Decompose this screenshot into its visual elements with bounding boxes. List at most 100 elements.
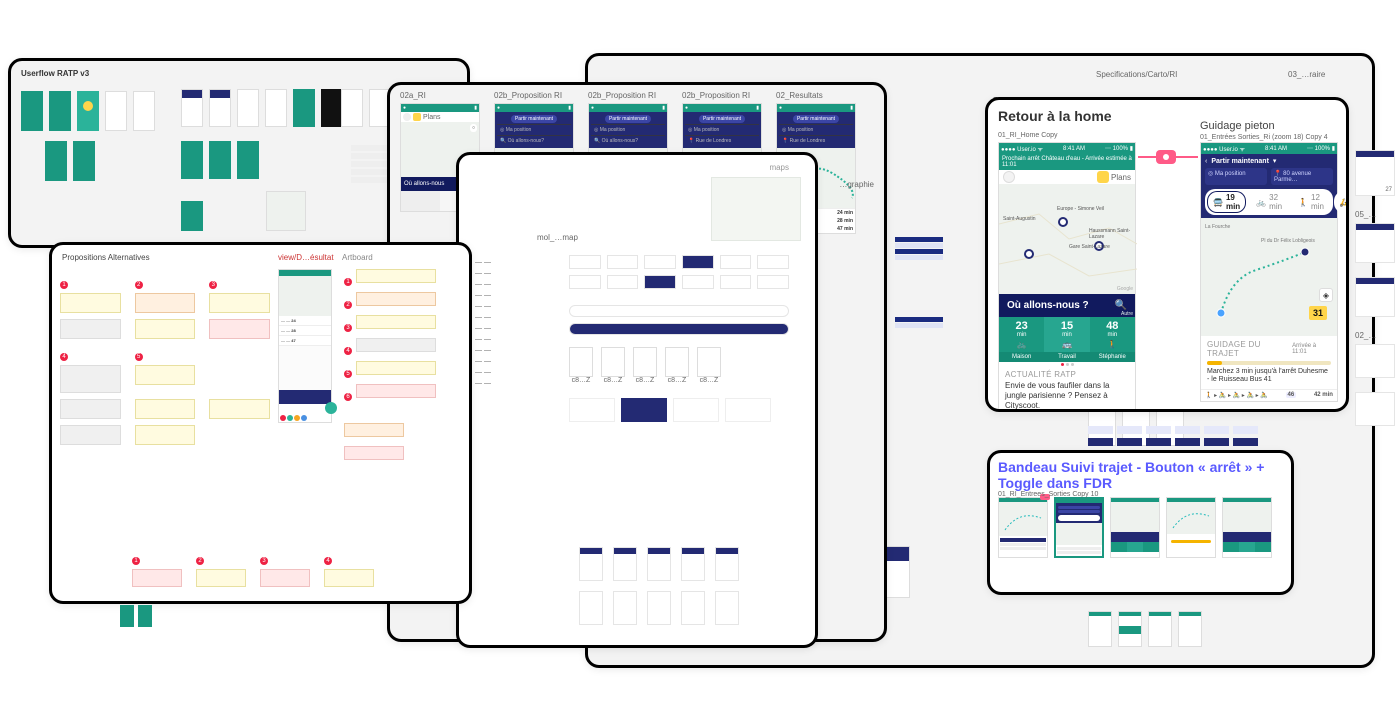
fav-row: 23 min 🚲 15 min 🚌 Autre 48 min 🚶 (999, 317, 1135, 352)
ab-label-b: 02b_Proposition RI (494, 91, 562, 100)
from-row[interactable]: ◎ Ma position (591, 124, 665, 135)
actu-header: ACTUALITÉ RATP (1005, 370, 1129, 379)
right-artboard-label: 01_Entrées Sorties_Ri (zoom 18) Copy 4 (1200, 134, 1328, 141)
sticky-note[interactable] (135, 425, 196, 445)
prop-title: Propositions Alternatives (62, 253, 150, 262)
plans-icon (413, 113, 421, 121)
depart-pill[interactable]: Partir maintenant (605, 115, 651, 123)
to-row[interactable]: 🔍 Où allons-nous? (591, 135, 665, 146)
plans-icon[interactable] (1097, 171, 1109, 183)
sticky-note[interactable] (260, 569, 310, 587)
avatar-icon (403, 113, 411, 121)
sticky-note[interactable] (356, 292, 436, 306)
molmap-label: mol_…map (537, 233, 578, 242)
poi-label: Gare Saint-Lazare (1069, 244, 1110, 250)
sticky-note[interactable] (132, 569, 182, 587)
to-field[interactable]: 📍 80 avenue Parme… (1271, 168, 1333, 185)
to-row[interactable]: 🔍 Où allons-nous? (497, 135, 571, 146)
time-chip[interactable]: 🛵 (1334, 191, 1349, 213)
map-area[interactable]: Europe - Simone Veil Gare Saint-Lazare S… (999, 184, 1135, 294)
phone-guidage[interactable]: ●●●● User.io ᯤ 8:41 AM ⋯ 100% ▮ ‹ Partir… (1200, 142, 1338, 402)
sticky-note[interactable] (356, 361, 436, 375)
fav-tile[interactable]: Autre 48 min 🚶 (1090, 317, 1135, 352)
to-row[interactable]: 📍 Rue de Londres (779, 135, 853, 146)
time-chip[interactable]: 🚶 12 min (1292, 191, 1330, 213)
sticky-note[interactable] (356, 384, 436, 398)
time-chip[interactable]: 🚍 19 min (1207, 191, 1246, 213)
chevron-down-icon[interactable]: ▾ (1273, 157, 1277, 165)
depart-label[interactable]: Partir maintenant (1211, 158, 1269, 165)
result-time-2: 28 min (837, 218, 853, 224)
specs-row0: 03_…raire (1288, 70, 1325, 79)
sticky-note[interactable] (356, 315, 436, 329)
from-field[interactable]: ◎ Ma position (1205, 168, 1267, 185)
status-time: 8:41 AM (1063, 146, 1085, 152)
flow-connector-icon (1156, 150, 1176, 164)
poi-label: La Fourche (1205, 224, 1230, 230)
time-chip[interactable]: 🚲 32 min (1250, 191, 1288, 213)
battery-label: 100% (1113, 146, 1128, 152)
guidage-trajet: GUIDAGE DU TRAJET (1207, 340, 1292, 358)
sticky-note[interactable] (60, 425, 121, 445)
from-row[interactable]: ◎ Ma position (497, 124, 571, 135)
back-icon[interactable]: ‹ (1205, 158, 1207, 165)
sticky-note[interactable] (324, 569, 374, 587)
sticky-note[interactable] (135, 399, 196, 419)
sticky-note[interactable] (60, 319, 121, 339)
plans-label: Plans (1111, 173, 1131, 182)
fav-tile[interactable]: 15 min 🚌 (1044, 317, 1089, 352)
phone-thumb[interactable] (1054, 497, 1104, 558)
search-banner[interactable]: Où allons-nous ? 🔍 (999, 294, 1135, 317)
sticky-note[interactable] (60, 365, 121, 393)
overflow-panels: 27 05_… 02_… (1355, 150, 1395, 440)
sticky-note[interactable] (135, 365, 196, 385)
map-tile (711, 177, 801, 241)
depart-pill[interactable]: Partir maintenant (511, 115, 557, 123)
frame-propositions: Propositions Alternatives view/D…ésultat… (49, 242, 472, 604)
specs-title: Specifications/Carto/RI (1096, 70, 1177, 79)
phone-thumb[interactable] (1166, 497, 1216, 558)
from-row[interactable]: ◎ Ma position (779, 124, 853, 135)
phone-result[interactable]: — — 24 — — 28 — — 47 (278, 269, 332, 423)
sticky-note[interactable] (60, 399, 121, 419)
retour-title: Retour à la home (998, 108, 1112, 124)
phone-thumb[interactable] (1222, 497, 1272, 558)
to-row[interactable]: 📍 Rue de Londres (685, 135, 759, 146)
sticky-note[interactable] (196, 569, 246, 587)
depart-pill[interactable]: Partir maintenant (793, 115, 839, 123)
from-row[interactable]: ◎ Ma position (685, 124, 759, 135)
chip[interactable]: ○ (470, 124, 477, 132)
sticky-note[interactable] (209, 399, 270, 419)
map-area[interactable]: La Fourche Pl du Dr Félix Lobligeois ◈ 3… (1201, 218, 1337, 336)
sticky-note[interactable] (60, 293, 121, 313)
step-dot: 2 (135, 281, 143, 289)
depart-pill[interactable]: Partir maintenant (699, 115, 745, 123)
sticky-note[interactable] (209, 293, 270, 313)
fav-name: Travail (1044, 352, 1089, 362)
sticky-note[interactable] (356, 338, 436, 352)
carrier-label: User.io (1017, 147, 1036, 153)
bucket-label: c8…Z (665, 377, 689, 384)
loose-screens (120, 605, 152, 627)
maps-title: maps (769, 163, 789, 172)
avatar-icon[interactable] (1003, 171, 1015, 183)
sticky-note[interactable] (344, 423, 404, 437)
phone-thumb[interactable] (1110, 497, 1160, 558)
guidage-title: Guidage pieton (1200, 120, 1275, 132)
step-dot: 5 (135, 353, 143, 361)
sticky-note[interactable] (356, 269, 436, 283)
frame-bandeau: Bandeau Suivi trajet - Bouton « arrêt » … (987, 450, 1294, 595)
fav-tile[interactable]: 23 min 🚲 (999, 317, 1044, 352)
fav-name: Maison (999, 352, 1044, 362)
sticky-note[interactable] (135, 293, 196, 313)
locate-icon[interactable]: ◈ (1319, 288, 1333, 302)
phone-thumb[interactable] (998, 497, 1048, 558)
plans-label: Plans (423, 114, 441, 121)
sticky-note[interactable] (135, 319, 196, 339)
phone-home[interactable]: ●●●● User.io ᯤ 8:41 AM ⋯ 100% ▮ Prochain… (998, 142, 1136, 412)
sticky-note[interactable] (209, 319, 270, 339)
left-artboard-label: 01_RI_Home Copy (998, 132, 1058, 139)
sticky-note[interactable] (344, 446, 404, 460)
ab-label-c: 02b_Proposition RI (588, 91, 656, 100)
userflow-title: Userflow RATP v3 (21, 69, 89, 78)
